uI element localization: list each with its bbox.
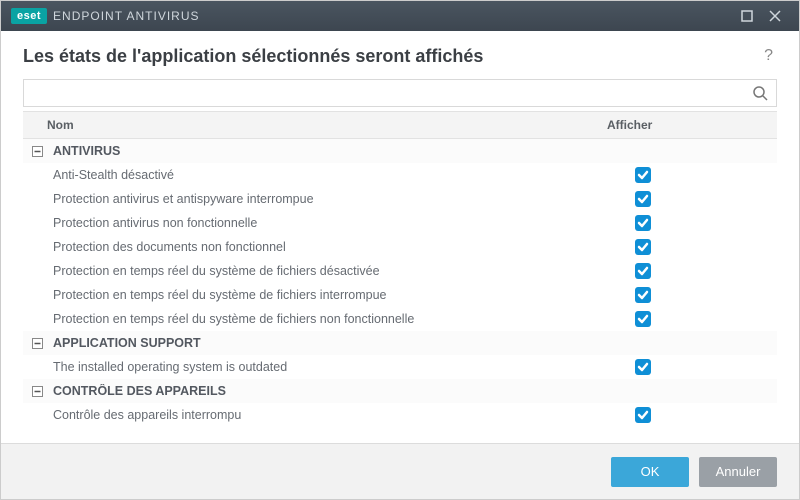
show-checkbox[interactable] [635,287,651,303]
item-label: Contrôle des appareils interrompu [23,408,597,422]
table-row: Protection en temps réel du système de f… [23,283,777,307]
item-label: Protection des documents non fonctionnel [23,240,597,254]
table-row: Protection en temps réel du système de f… [23,307,777,331]
page-title: Les états de l'application sélectionnés … [23,46,483,67]
collapse-icon[interactable] [29,143,45,159]
column-header-name[interactable]: Nom [23,118,597,132]
app-window: eset ENDPOINT ANTIVIRUS Les états de l'a… [0,0,800,500]
show-checkbox[interactable] [635,191,651,207]
search-input[interactable] [24,80,744,106]
group-row[interactable]: APPLICATION SUPPORT [23,331,777,355]
item-label: Protection en temps réel du système de f… [23,312,597,326]
table-row: Anti-Stealth désactivé [23,163,777,187]
table-row: Protection des documents non fonctionnel [23,235,777,259]
item-label: Anti-Stealth désactivé [23,168,597,182]
window-minimize-icon [741,10,753,22]
cancel-button[interactable]: Annuler [699,457,777,487]
show-checkbox[interactable] [635,263,651,279]
show-checkbox[interactable] [635,359,651,375]
group-label: CONTRÔLE DES APPAREILS [45,384,597,398]
ok-button[interactable]: OK [611,457,689,487]
item-label: Protection en temps réel du système de f… [23,288,597,302]
brand: eset ENDPOINT ANTIVIRUS [11,8,200,24]
group-label: ANTIVIRUS [45,144,597,158]
help-icon: ? [764,47,773,64]
close-button[interactable] [761,1,789,31]
table-row: The installed operating system is outdat… [23,355,777,379]
collapse-icon[interactable] [29,335,45,351]
show-checkbox[interactable] [635,311,651,327]
table-body[interactable]: ANTIVIRUS Anti-Stealth désactivé Protectio… [23,139,777,443]
item-label: Protection en temps réel du système de f… [23,264,597,278]
table-row: Protection antivirus et antispyware inte… [23,187,777,211]
column-header-show[interactable]: Afficher [597,118,777,132]
table-row: Protection en temps réel du système de f… [23,259,777,283]
show-checkbox[interactable] [635,167,651,183]
item-label: Protection antivirus et antispyware inte… [23,192,597,206]
brand-text: ENDPOINT ANTIVIRUS [53,9,199,23]
group-label: APPLICATION SUPPORT [45,336,597,350]
table-header: Nom Afficher [23,111,777,139]
show-checkbox[interactable] [635,407,651,423]
content-area: Les états de l'application sélectionnés … [1,31,799,443]
group-row[interactable]: CONTRÔLE DES APPAREILS [23,379,777,403]
table-row: Protection antivirus non fonctionnelle [23,211,777,235]
collapse-icon[interactable] [29,383,45,399]
close-icon [769,10,781,22]
item-label: Protection antivirus non fonctionnelle [23,216,597,230]
status-table: Nom Afficher ANTIVIRUS Anti-Stealth désac… [23,111,777,443]
table-row: Contrôle des appareils interrompu [23,403,777,427]
help-button[interactable]: ? [760,45,777,67]
show-checkbox[interactable] [635,215,651,231]
item-label: The installed operating system is outdat… [23,360,597,374]
titlebar: eset ENDPOINT ANTIVIRUS [1,1,799,31]
group-row[interactable]: ANTIVIRUS [23,139,777,163]
show-checkbox[interactable] [635,239,651,255]
search-row [23,79,777,107]
brand-badge: eset [11,8,47,24]
footer: OK Annuler [1,443,799,499]
search-icon [744,85,776,101]
minimize-button[interactable] [733,1,761,31]
